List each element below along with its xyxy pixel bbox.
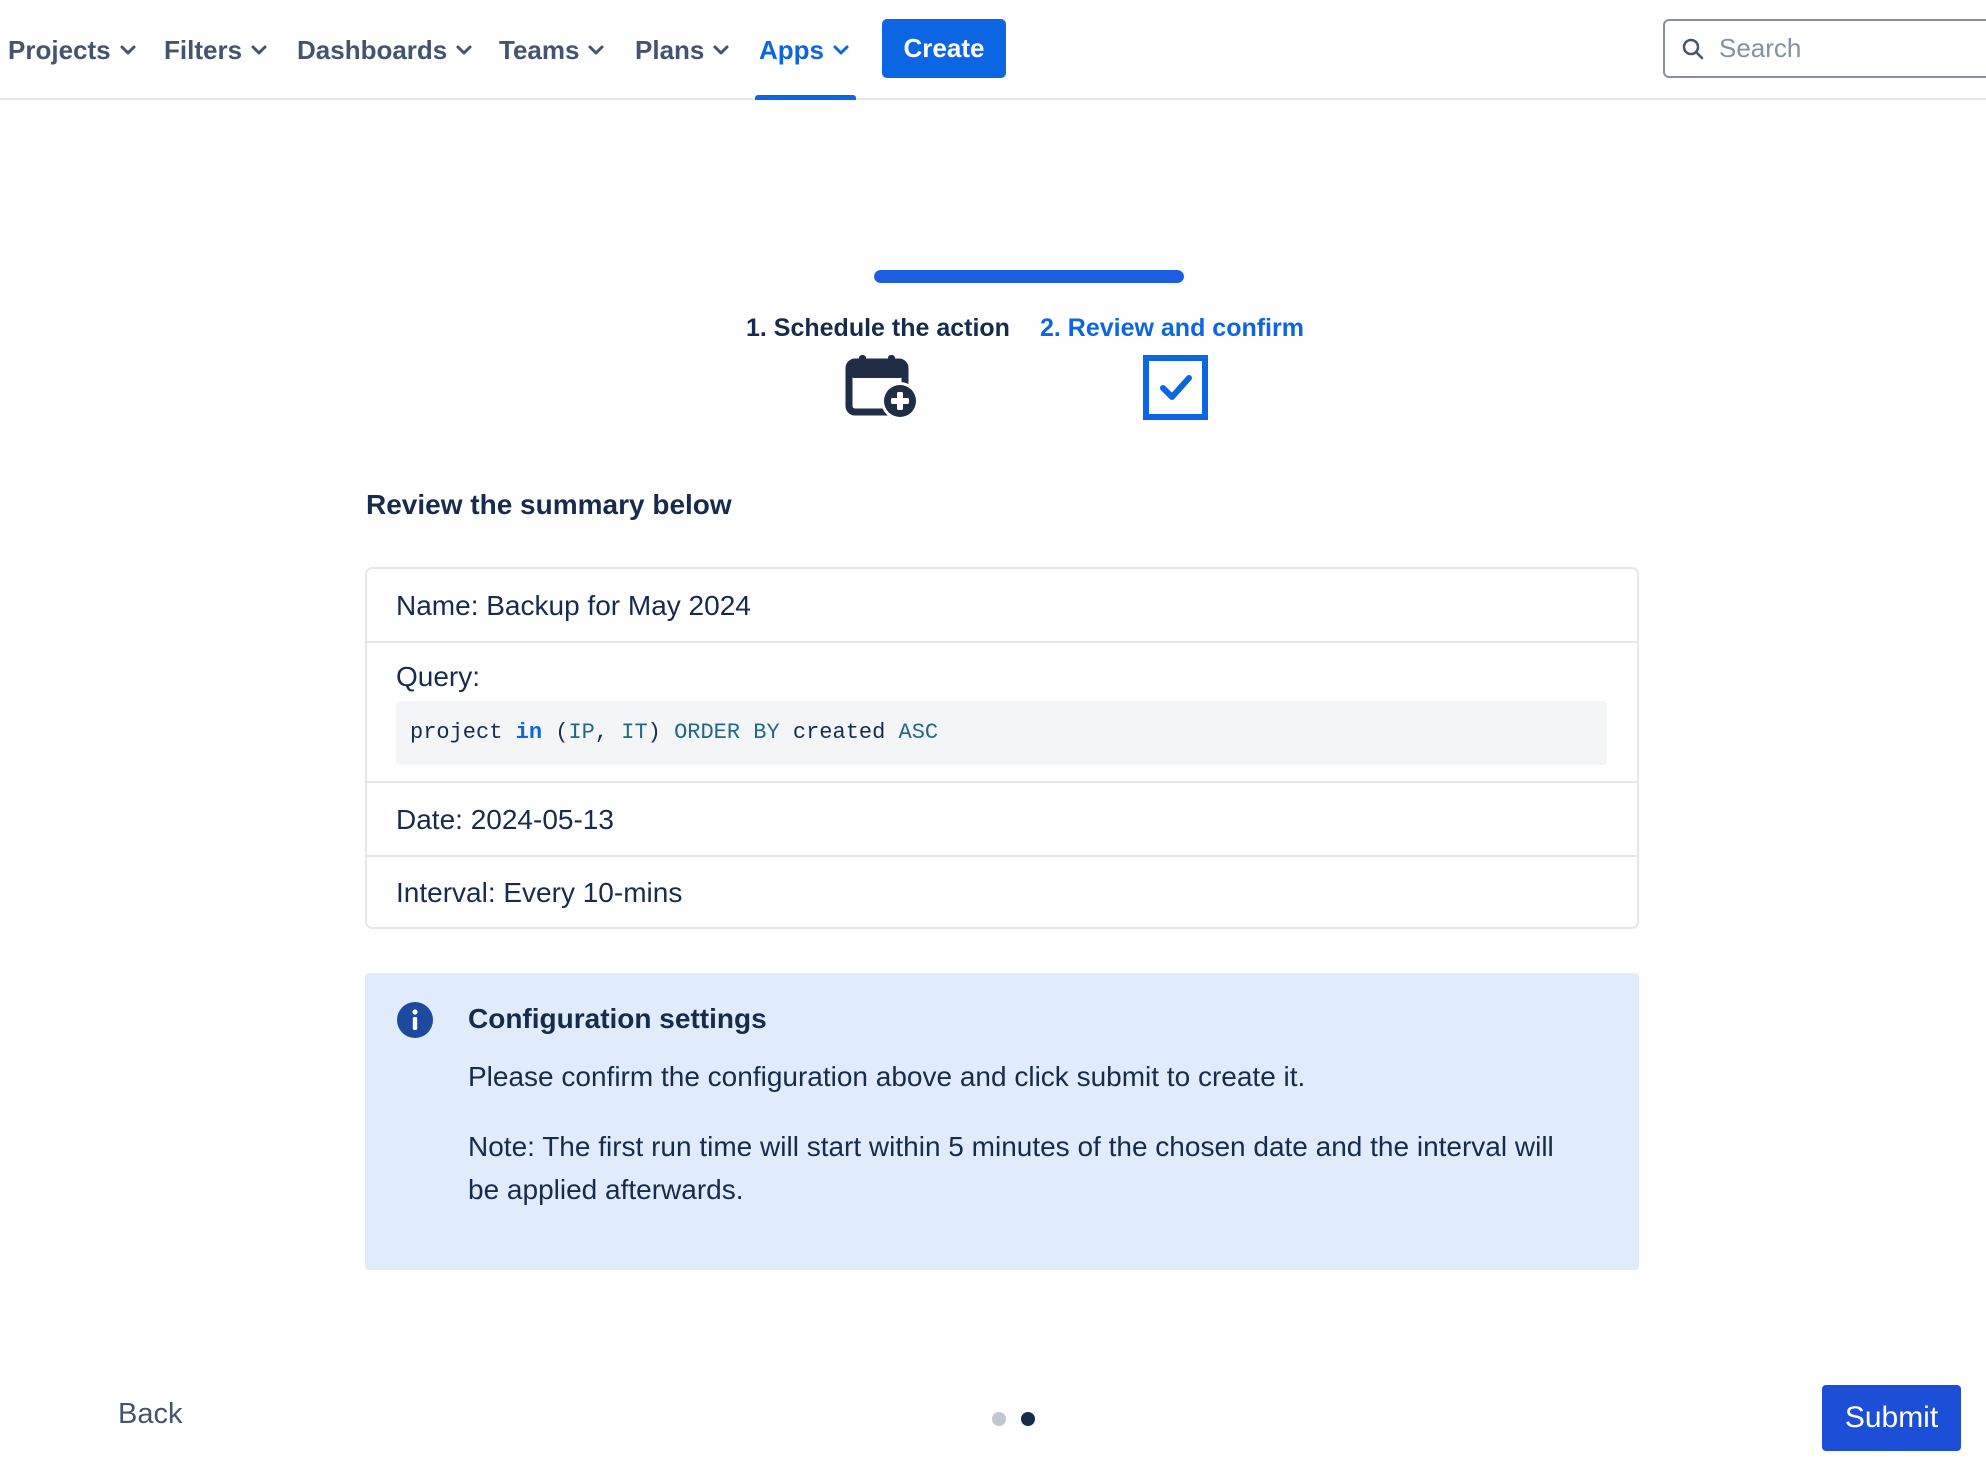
nav-projects-label: Projects: [8, 34, 111, 65]
summary-query-row: Query: project in (IP, IT) ORDER BY crea…: [367, 643, 1637, 783]
query-comma: ,: [594, 720, 622, 745]
nav-filters[interactable]: Filters: [164, 0, 268, 100]
summary-card: Name: Backup for May 2024 Query: project…: [365, 567, 1639, 929]
summary-date: Date: 2024-05-13: [367, 783, 1637, 857]
back-button[interactable]: Back: [118, 1398, 182, 1431]
nav-filters-label: Filters: [164, 34, 243, 65]
page: Projects Filters Dashboards Teams Plans …: [0, 0, 1986, 1478]
nav-teams[interactable]: Teams: [499, 0, 605, 100]
query-value-2: IT: [621, 720, 648, 745]
query-operator: in: [515, 720, 543, 745]
nav-projects[interactable]: Projects: [8, 0, 137, 100]
step-1-label: 1. Schedule the action: [746, 314, 1010, 342]
search-input[interactable]: [1719, 33, 1959, 64]
query-label: Query:: [396, 661, 481, 692]
query-direction: ASC: [898, 720, 939, 745]
step-2-label: 2. Review and confirm: [1040, 314, 1304, 342]
chevron-down-icon: [588, 45, 604, 55]
query-order-by: ORDER BY: [674, 720, 780, 745]
nav-dashboards[interactable]: Dashboards: [297, 0, 473, 100]
query-order-field: created: [779, 720, 899, 745]
chevron-down-icon: [456, 45, 472, 55]
info-title: Configuration settings: [468, 1003, 767, 1034]
checkbox-checked-icon: [1143, 355, 1208, 420]
nav-plans[interactable]: Plans: [635, 0, 730, 100]
query-open-paren: (: [542, 720, 569, 745]
nav-apps[interactable]: Apps: [755, 0, 856, 100]
wizard-progress-fill: [874, 270, 1184, 283]
nav-apps-label: Apps: [759, 34, 824, 65]
nav-dashboards-label: Dashboards: [297, 34, 448, 65]
info-note: Note: The first run time will start with…: [468, 1131, 1554, 1205]
query-value-1: IP: [568, 720, 595, 745]
create-button[interactable]: Create: [882, 19, 1006, 78]
summary-title: Review the summary below: [366, 489, 732, 520]
calendar-add-icon: [845, 355, 919, 420]
search-box[interactable]: [1663, 19, 1986, 78]
query-code: project in (IP, IT) ORDER BY created ASC: [396, 701, 1607, 765]
chevron-down-icon: [120, 45, 136, 55]
query-field: project: [410, 720, 516, 745]
nav-plans-label: Plans: [635, 34, 705, 65]
nav-teams-label: Teams: [499, 34, 580, 65]
wizard-progress-bar: [874, 270, 1184, 283]
chevron-down-icon: [833, 45, 849, 55]
summary-interval: Interval: Every 10-mins: [396, 877, 683, 908]
query-close-paren: ): [647, 720, 675, 745]
info-icon: [397, 1002, 433, 1038]
summary-name: Name: Backup for May 2024: [367, 569, 1637, 643]
info-panel: Configuration settings Please confirm th…: [365, 973, 1639, 1270]
pagination-dot-2-active[interactable]: [1021, 1412, 1035, 1426]
top-navigation: Projects Filters Dashboards Teams Plans …: [0, 0, 1986, 100]
chevron-down-icon: [713, 45, 729, 55]
search-icon: [1682, 38, 1704, 59]
pagination-dot-1[interactable]: [992, 1412, 1006, 1426]
submit-button[interactable]: Submit: [1822, 1385, 1961, 1451]
info-text: Please confirm the configuration above a…: [468, 1061, 1306, 1092]
chevron-down-icon: [251, 45, 267, 55]
